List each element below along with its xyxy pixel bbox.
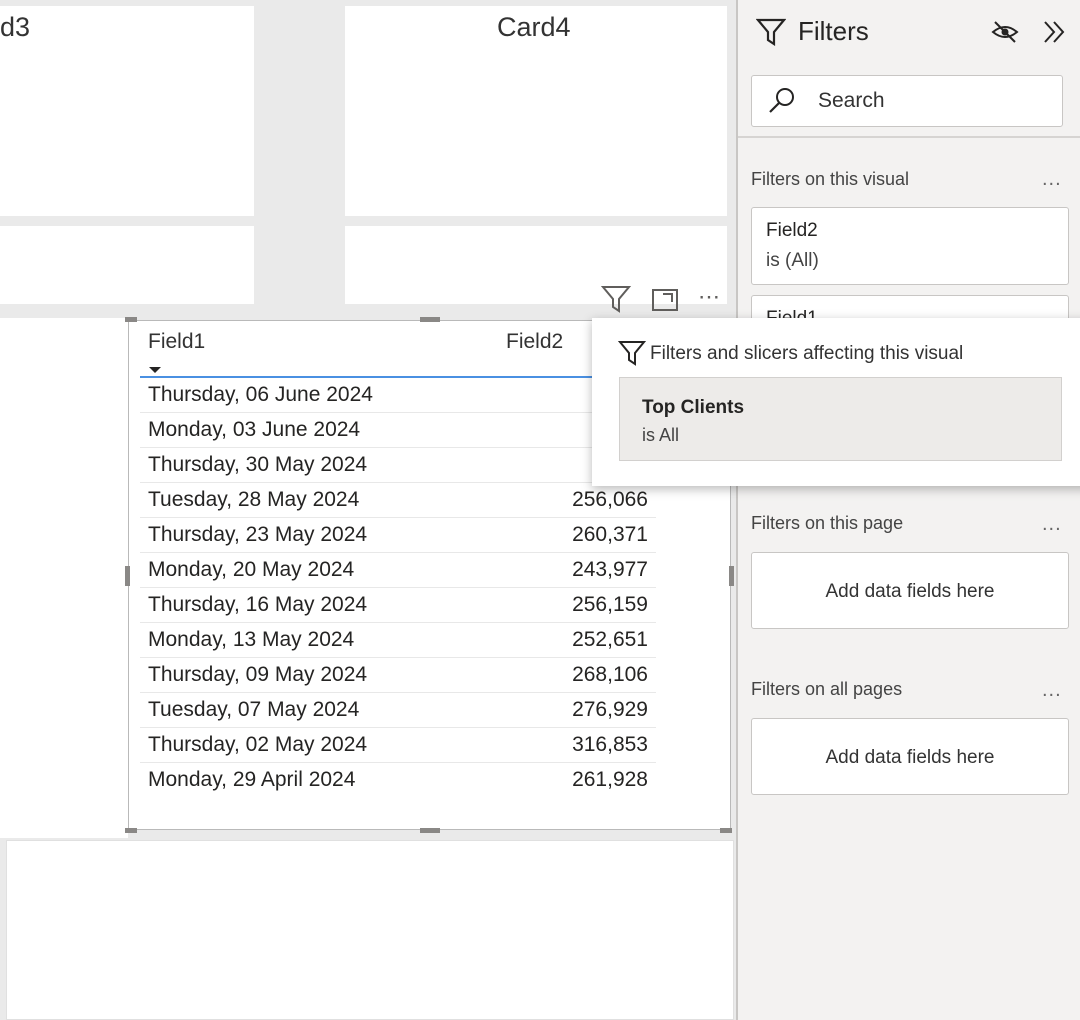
filters-pane-title: Filters [798,16,869,46]
popup-filter-icon [617,340,647,366]
table-row[interactable]: Thursday, 06 June 202432 [140,378,656,413]
table-row[interactable]: Tuesday, 28 May 2024 256,066 [140,483,656,518]
popup-item-name: Top Clients [642,397,745,418]
table-row[interactable]: Monday, 20 May 2024 243,977 [140,553,656,588]
add-fields-label: Add data fields here [825,747,995,768]
filters-on-all-pages-label: Filters on all pages [751,679,903,699]
resize-handle-bottom-left[interactable] [125,828,137,833]
card4-label: Card4 [497,12,571,42]
filter-card-name: Field2 [766,220,818,241]
more-options-visual-filters[interactable]: ... [1042,168,1062,191]
bottom-visual[interactable] [6,840,734,1020]
popup-title: Filters and slicers affecting this visua… [650,343,964,364]
pane-divider [738,136,1080,138]
more-options-page-filters[interactable]: ... [1042,513,1062,536]
table-row[interactable]: Monday, 29 April 2024 261,928 [140,763,656,797]
filters-pane-filter-icon [755,18,787,47]
filters-affecting-visual-popup: Filters and slicers affecting this visua… [592,318,1080,486]
card3-visual[interactable] [0,6,254,216]
search-icon [766,85,798,115]
filters-on-page-label: Filters on this page [751,513,904,533]
search-input[interactable]: Search [818,89,885,113]
table-row[interactable]: Monday, 03 June 202429 [140,413,656,448]
focus-mode-icon[interactable] [650,286,680,314]
resize-handle-bottom-right[interactable] [720,828,732,833]
canvas-left-area [0,318,128,838]
table-row[interactable]: Thursday, 16 May 2024 256,159 [140,588,656,623]
card3-label: d3 [0,12,31,42]
filter-card-field2[interactable] [751,207,1069,285]
resize-handle-left[interactable] [125,566,130,586]
collapse-pane-icon[interactable] [1040,18,1070,46]
card3-lower-visual[interactable] [0,226,254,304]
table-row[interactable]: Thursday, 09 May 2024 268,106 [140,658,656,693]
table-row[interactable]: Thursday, 02 May 2024 316,853 [140,728,656,763]
more-options-all-filters[interactable]: ... [1042,679,1062,702]
table-row[interactable]: Monday, 13 May 2024 252,651 [140,623,656,658]
filter-icon[interactable] [600,284,632,314]
table-row[interactable]: Thursday, 30 May 202427 [140,448,656,483]
filters-pane [736,0,1080,1020]
resize-handle-right[interactable] [729,566,734,586]
column-header-field2[interactable]: Field2 [506,330,563,354]
filters-on-visual-label: Filters on this visual [751,169,910,189]
add-fields-label: Add data fields here [825,581,995,602]
column-header-field1[interactable]: Field1 [148,330,205,354]
more-options-icon[interactable]: ⋯ [698,284,728,310]
filter-card-condition: is (All) [766,250,819,271]
table-row[interactable]: Tuesday, 07 May 2024 276,929 [140,693,656,728]
resize-handle-top-left[interactable] [125,317,137,322]
popup-item-condition: is All [642,425,680,445]
add-fields-all-pages-dropzone[interactable]: Add data fields here [751,718,1069,795]
resize-handle-bottom[interactable] [420,828,440,833]
resize-handle-top[interactable] [420,317,440,322]
hide-filters-icon[interactable] [990,18,1020,46]
popup-filter-item[interactable]: Top Clients is All [619,377,1062,461]
add-fields-page-dropzone[interactable]: Add data fields here [751,552,1069,629]
table-row[interactable]: Thursday, 23 May 2024 260,371 [140,518,656,553]
